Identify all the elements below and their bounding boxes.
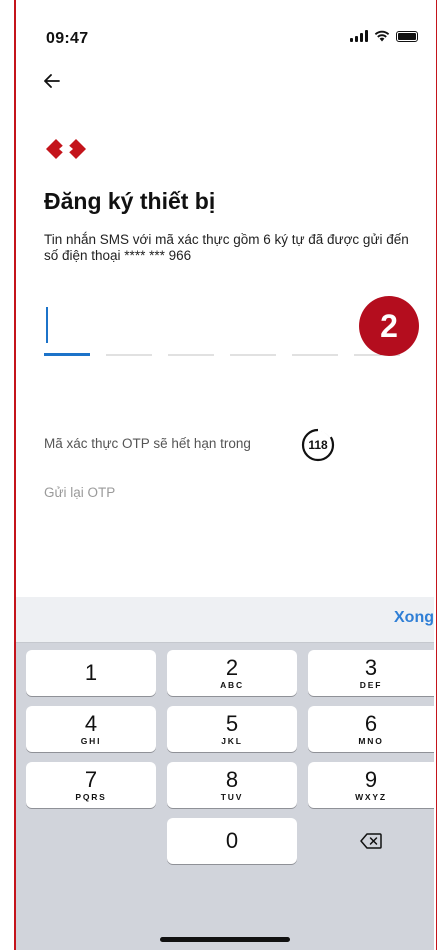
key-digit: 9 xyxy=(364,767,378,792)
key-5[interactable]: 5 JKL xyxy=(167,706,297,752)
status-time: 09:47 xyxy=(46,30,89,47)
battery-icon xyxy=(396,30,418,42)
otp-digit-4[interactable] xyxy=(230,300,276,356)
otp-expiry-label: Mã xác thực OTP sẽ hết hạn trong xyxy=(44,436,251,451)
back-arrow-icon[interactable] xyxy=(44,70,60,92)
otp-digit-2[interactable] xyxy=(106,300,152,356)
home-indicator xyxy=(160,937,290,942)
text-cursor xyxy=(46,307,48,343)
otp-digit-3[interactable] xyxy=(168,300,214,356)
bank-logo-icon xyxy=(46,139,86,159)
otp-description: Tin nhắn SMS với mã xác thực gồm 6 ký tự… xyxy=(44,232,409,263)
key-7[interactable]: 7 PQRS xyxy=(26,762,156,808)
key-digit: 0 xyxy=(225,828,239,853)
key-letters: JKL xyxy=(221,736,243,746)
signal-icon xyxy=(350,30,368,42)
key-digit: 7 xyxy=(84,767,98,792)
key-3[interactable]: 3 DEF xyxy=(308,650,434,696)
key-digit: 3 xyxy=(364,655,378,680)
key-letters: DEF xyxy=(359,680,383,690)
numeric-keyboard: Xong 1 2 ABC 3 DEF 4 GHI 5 JKL 6 MNO 7 PQRS 8T… xyxy=(16,597,434,950)
backspace-icon xyxy=(360,833,382,849)
key-digit: 6 xyxy=(364,711,378,736)
status-icons xyxy=(350,30,418,42)
key-letters: TUV xyxy=(220,792,244,802)
key-letters: ABC xyxy=(220,680,244,690)
step-badge: 2 xyxy=(359,296,419,356)
key-digit: 8 xyxy=(225,767,239,792)
otp-digit-1[interactable] xyxy=(44,300,90,356)
key-0[interactable]: 0 xyxy=(167,818,297,864)
page-title: Đăng ký thiết bị xyxy=(44,188,216,214)
resend-otp-link[interactable]: Gửi lại OTP xyxy=(44,485,115,500)
key-digit: 4 xyxy=(84,711,98,736)
key-digit: 5 xyxy=(225,711,239,736)
backspace-key[interactable] xyxy=(312,818,430,864)
key-letters: GHI xyxy=(80,736,102,746)
key-letters: PQRS xyxy=(75,792,107,802)
otp-digit-5[interactable] xyxy=(292,300,338,356)
done-button[interactable]: Xong xyxy=(394,609,434,627)
key-2[interactable]: 2 ABC xyxy=(167,650,297,696)
key-letters: MNO xyxy=(358,736,384,746)
wifi-icon xyxy=(374,30,390,42)
key-6[interactable]: 6 MNO xyxy=(308,706,434,752)
key-8[interactable]: 8 TUV xyxy=(167,762,297,808)
key-digit: 2 xyxy=(225,655,239,680)
key-1[interactable]: 1 xyxy=(26,650,156,696)
key-digit: 1 xyxy=(84,660,98,685)
key-letters: WXYZ xyxy=(355,792,387,802)
key-9[interactable]: 9 WXYZ xyxy=(308,762,434,808)
countdown-value: 118 xyxy=(308,438,328,452)
key-4[interactable]: 4 GHI xyxy=(26,706,156,752)
keyboard-toolbar: Xong xyxy=(16,597,434,643)
otp-countdown: 118 xyxy=(300,427,336,463)
